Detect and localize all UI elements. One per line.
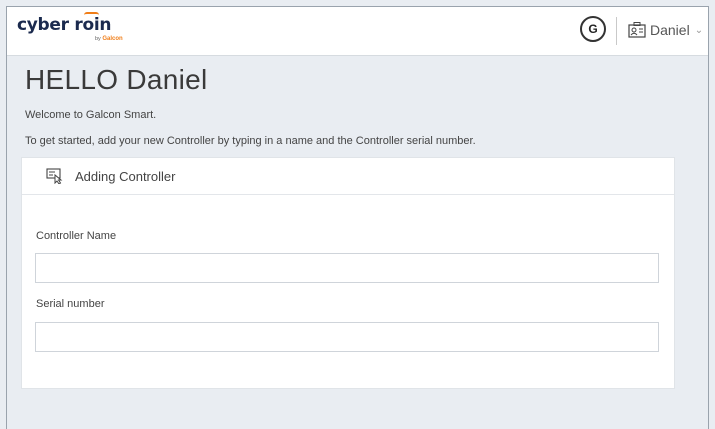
instructions-text: To get started, add your new Controller … <box>25 135 476 147</box>
app-frame: cyber roin by Galcon G Daniel ⌄ HELLO Da… <box>6 6 709 429</box>
header-divider <box>616 17 617 45</box>
user-name: Daniel <box>650 22 690 38</box>
user-card-icon <box>628 22 646 38</box>
support-icon[interactable]: G <box>580 16 606 42</box>
controller-name-label: Controller Name <box>36 230 117 242</box>
controller-name-input[interactable] <box>35 253 659 283</box>
card-header: Adding Controller <box>22 158 674 195</box>
page-title: HELLO Daniel <box>25 64 208 95</box>
logo-byline: by Galcon <box>95 36 123 42</box>
serial-number-input[interactable] <box>35 322 659 352</box>
controller-click-icon <box>46 168 63 184</box>
adding-controller-card: Adding Controller Controller Name Serial… <box>21 157 675 389</box>
welcome-text: Welcome to Galcon Smart. <box>25 109 157 121</box>
card-title: Adding Controller <box>75 168 176 184</box>
serial-number-label: Serial number <box>36 298 105 310</box>
chevron-down-icon: ⌄ <box>694 24 704 36</box>
top-bar: cyber roin by Galcon G Daniel ⌄ <box>7 7 708 56</box>
user-menu[interactable]: Daniel ⌄ <box>628 22 703 38</box>
cyber-rain-logo[interactable]: cyber roin by Galcon <box>17 15 123 42</box>
